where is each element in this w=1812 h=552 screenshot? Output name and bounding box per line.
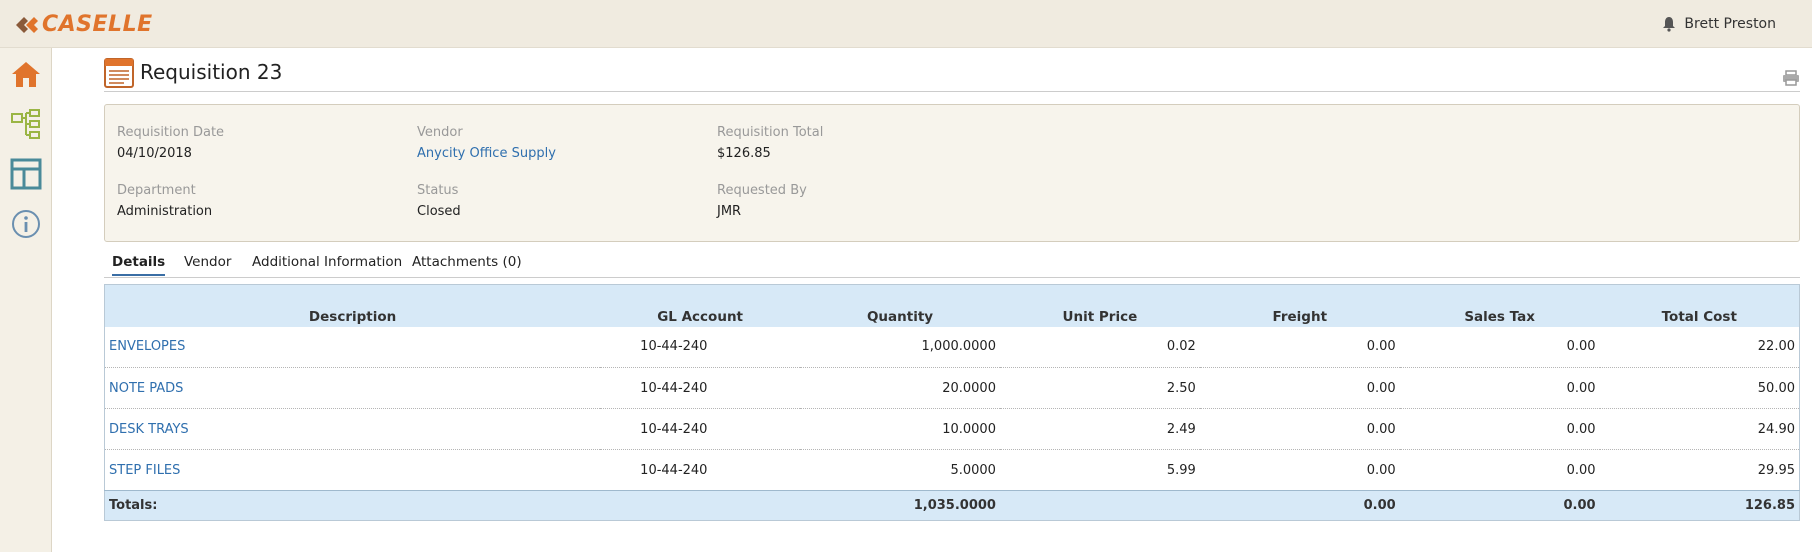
tab-attachments[interactable]: Attachments (0) [412, 254, 522, 274]
total-cost-cell: 24.90 [1757, 421, 1795, 437]
unit-price-cell: 5.99 [1166, 462, 1196, 478]
status-field: Status Closed [417, 183, 461, 219]
totals-row: Totals: 1,035.0000 0.00 0.00 126.85 [104, 490, 1800, 521]
totals-quantity: 1,035.0000 [913, 498, 996, 513]
logo-text: CASELLE [42, 12, 153, 37]
totals-total-cost: 126.85 [1744, 498, 1795, 513]
column-header-quantity[interactable]: Quantity [800, 285, 1000, 327]
tab-vendor[interactable]: Vendor [184, 254, 231, 274]
sales-tax-cell: 0.00 [1566, 462, 1596, 478]
table-header-row: Description GL Account Quantity Unit Pri… [104, 284, 1800, 327]
print-icon[interactable] [1782, 70, 1800, 86]
detail-tabs: Details Vendor Additional Information At… [104, 252, 1800, 278]
column-header-total-cost[interactable]: Total Cost [1600, 285, 1800, 327]
unit-price-cell: 2.49 [1166, 421, 1196, 437]
requisition-total-field: Requisition Total $126.85 [717, 125, 823, 161]
gl-account-cell: 10-44-240 [640, 339, 708, 355]
quantity-cell: 5.0000 [950, 462, 996, 478]
requested-by-field: Requested By JMR [717, 183, 807, 219]
column-header-description[interactable]: Description [105, 285, 601, 327]
tab-additional-information[interactable]: Additional Information [252, 254, 402, 274]
quantity-cell: 10.0000 [942, 421, 996, 437]
caselle-logo[interactable]: CASELLE [14, 12, 153, 37]
page-header: Requisition 23 [104, 58, 1800, 92]
top-bar: CASELLE Brett Preston [0, 0, 1812, 48]
table-row: DESK TRAYS 10-44-240 10.0000 2.49 0.00 0… [104, 409, 1800, 450]
user-menu[interactable]: Brett Preston [1662, 16, 1776, 32]
freight-cell: 0.00 [1366, 421, 1396, 437]
freight-cell: 0.00 [1366, 380, 1396, 396]
requisition-summary-panel: Requisition Date 04/10/2018 Vendor Anyci… [104, 104, 1800, 242]
table-row: STEP FILES 10-44-240 5.0000 5.99 0.00 0.… [104, 450, 1800, 491]
page-title: Requisition 23 [140, 60, 283, 84]
item-description-link[interactable]: STEP FILES [105, 450, 601, 491]
vendor-link[interactable]: Anycity Office Supply [417, 146, 556, 161]
line-items-table: Description GL Account Quantity Unit Pri… [104, 284, 1800, 521]
column-header-freight[interactable]: Freight [1200, 285, 1400, 327]
vendor-field: Vendor Anycity Office Supply [417, 125, 556, 161]
freight-cell: 0.00 [1366, 462, 1396, 478]
unit-price-cell: 0.02 [1166, 339, 1196, 355]
gl-account-cell: 10-44-240 [640, 380, 708, 396]
vendor-label: Vendor [417, 125, 463, 140]
totals-label: Totals: [109, 498, 158, 513]
item-description-link[interactable]: NOTE PADS [105, 368, 601, 409]
freight-cell: 0.00 [1366, 339, 1396, 355]
quantity-cell: 20.0000 [942, 380, 996, 396]
item-description-link[interactable]: DESK TRAYS [105, 409, 601, 450]
totals-unit-price-cell [1000, 491, 1200, 521]
item-description-link[interactable]: ENVELOPES [105, 327, 601, 368]
total-cost-cell: 22.00 [1757, 339, 1795, 355]
totals-sales-tax: 0.00 [1563, 498, 1596, 513]
unit-price-cell: 2.50 [1166, 380, 1196, 396]
sales-tax-cell: 0.00 [1566, 421, 1596, 437]
department-label: Department [117, 183, 196, 198]
tab-details[interactable]: Details [112, 254, 166, 276]
department-value: Administration [117, 204, 213, 219]
requisition-total-label: Requisition Total [717, 125, 824, 140]
status-value: Closed [417, 204, 461, 219]
table-row: ENVELOPES 10-44-240 1,000.0000 0.02 0.00… [104, 327, 1800, 368]
gl-account-cell: 10-44-240 [640, 421, 708, 437]
column-header-sales-tax[interactable]: Sales Tax [1400, 285, 1600, 327]
quantity-cell: 1,000.0000 [921, 339, 996, 355]
logo-mark-icon [16, 16, 38, 33]
column-header-gl-account[interactable]: GL Account [600, 285, 800, 327]
status-label: Status [417, 183, 459, 198]
requisition-icon [104, 58, 134, 88]
total-cost-cell: 50.00 [1757, 380, 1795, 396]
requisition-date-field: Requisition Date 04/10/2018 [117, 125, 224, 161]
bell-icon[interactable] [1662, 16, 1676, 32]
table-row: NOTE PADS 10-44-240 20.0000 2.50 0.00 0.… [104, 368, 1800, 409]
requisition-date-value: 04/10/2018 [117, 146, 192, 161]
sales-tax-cell: 0.00 [1566, 339, 1596, 355]
user-name[interactable]: Brett Preston [1684, 16, 1776, 32]
gl-account-cell: 10-44-240 [640, 462, 708, 478]
department-field: Department Administration [117, 183, 212, 219]
layout-icon[interactable] [10, 158, 42, 190]
sidebar [0, 48, 52, 552]
total-cost-cell: 29.95 [1757, 462, 1795, 478]
requested-by-value: JMR [717, 204, 742, 219]
totals-gl-account-cell [600, 491, 800, 521]
requisition-date-label: Requisition Date [117, 125, 225, 140]
info-icon[interactable] [10, 208, 42, 240]
org-chart-icon[interactable] [10, 108, 42, 140]
requested-by-label: Requested By [717, 183, 807, 198]
sales-tax-cell: 0.00 [1566, 380, 1596, 396]
requisition-total-value: $126.85 [717, 146, 771, 161]
totals-freight: 0.00 [1363, 498, 1396, 513]
home-icon[interactable] [10, 58, 42, 90]
column-header-unit-price[interactable]: Unit Price [1000, 285, 1200, 327]
